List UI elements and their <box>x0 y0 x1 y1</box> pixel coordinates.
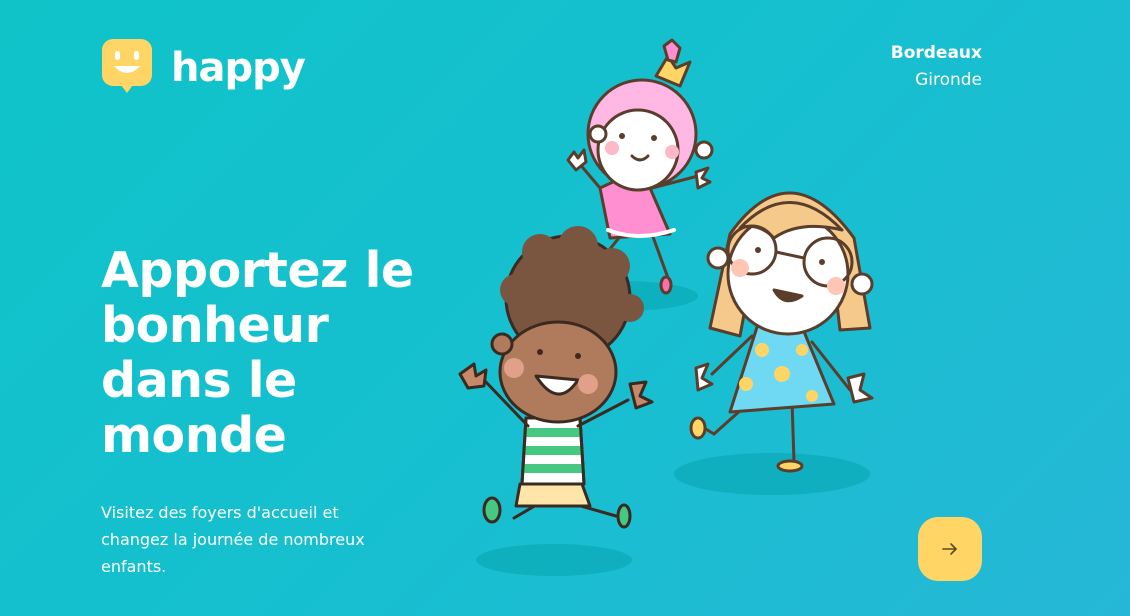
hero-title: Apportez le bonheur dans le monde <box>101 242 414 464</box>
children-illustration <box>458 38 874 576</box>
shadow <box>476 544 632 576</box>
brand-logo[interactable]: happy <box>101 38 306 94</box>
girl-with-glasses-drawing <box>689 191 874 473</box>
boy-drawing <box>458 226 654 529</box>
smiley-chat-icon <box>102 39 152 93</box>
shadow <box>674 453 870 495</box>
location-region: Gironde <box>915 70 982 90</box>
hero-description: Visitez des foyers d'accueil et changez … <box>101 503 365 576</box>
location-info: Bordeaux Gironde <box>891 40 982 94</box>
brand-name: happy <box>171 44 306 91</box>
arrow-right-icon <box>942 543 957 555</box>
landing-page: happy Bordeaux Gironde Apportez le bonhe… <box>0 0 1130 616</box>
location-city: Bordeaux <box>890 43 982 63</box>
next-button[interactable] <box>918 517 982 581</box>
